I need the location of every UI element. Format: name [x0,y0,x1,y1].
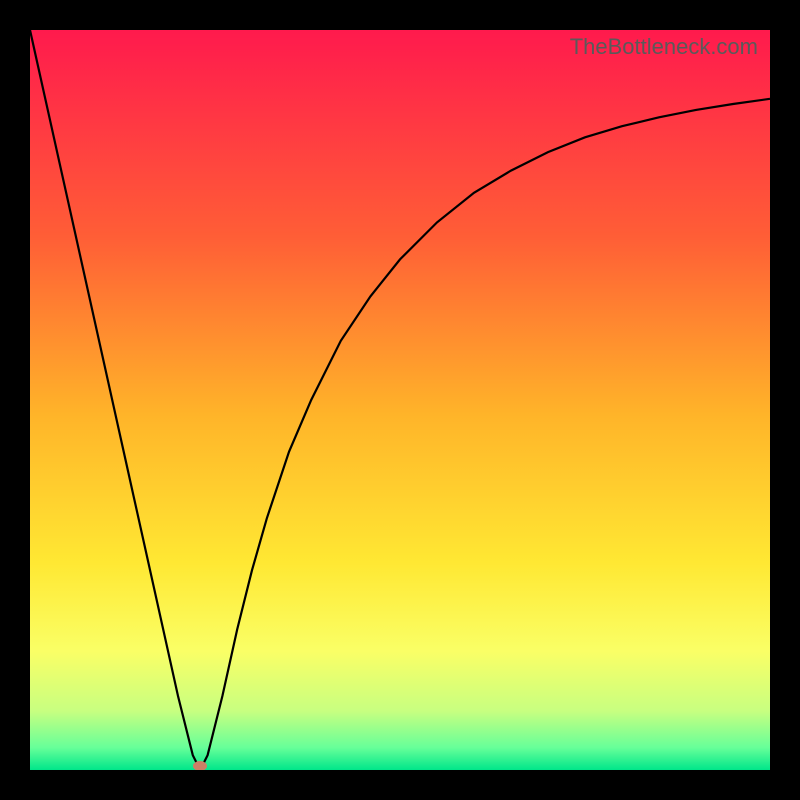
optimal-point-marker [193,761,207,770]
chart-container: TheBottleneck.com [0,0,800,800]
plot-area: TheBottleneck.com [30,30,770,770]
bottleneck-curve [30,30,770,770]
watermark-text: TheBottleneck.com [570,34,758,60]
